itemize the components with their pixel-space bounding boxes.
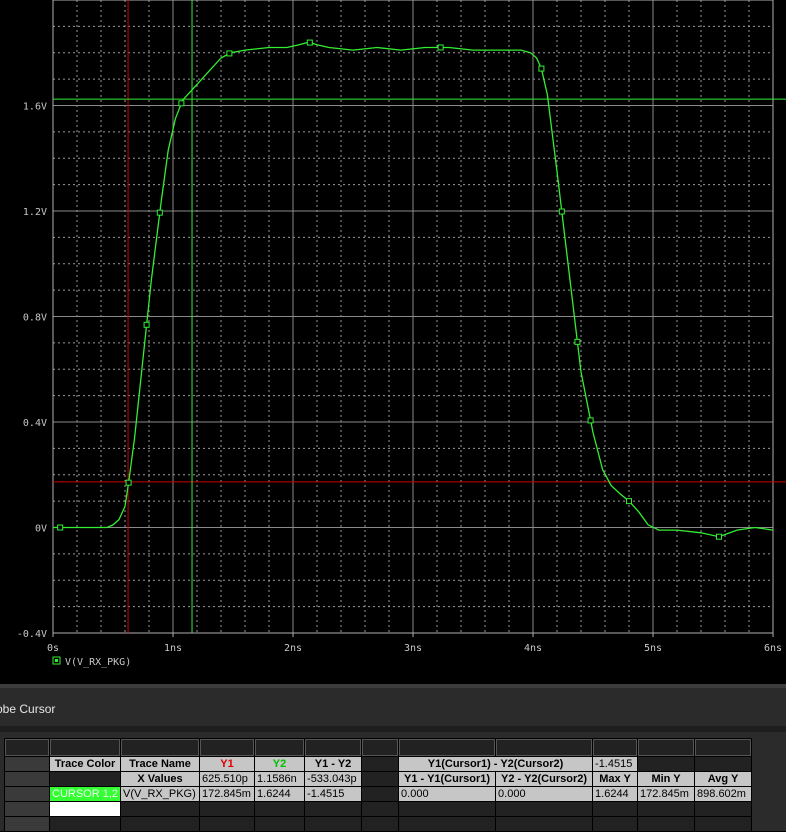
y-tick-label: -0.4V (17, 629, 47, 640)
x-tick-label: 4ns (524, 643, 542, 654)
series-marker (587, 417, 594, 424)
empty-color-cell[interactable] (50, 802, 121, 816)
series-marker (57, 524, 64, 531)
table-blank-row (5, 739, 752, 756)
panel-separator (0, 726, 786, 732)
header-y2-y2c2[interactable]: Y2 - Y2(Cursor2) (496, 772, 593, 786)
waveform-plot[interactable]: 0s 1ns 2ns 3ns 4ns 5ns 6ns 1.6V 1.2V 0.8V 0.4V 0V -0… (0, 0, 786, 684)
series-marker (156, 209, 163, 216)
header-trace-name[interactable]: Trace Name (121, 757, 200, 771)
max-y-value: 1.6244 (593, 787, 638, 801)
series-marker (538, 65, 545, 72)
y1-value: 172.845m (200, 787, 255, 801)
panel-title: obe Cursor (0, 702, 56, 716)
table-header-row: Trace Color Trace Name Y1 Y2 Y1 - Y2 Y1(… (5, 757, 752, 771)
avg-y-value: 898.602m (695, 787, 752, 801)
cursor-table: Trace Color Trace Name Y1 Y2 Y1 - Y2 Y1(… (4, 738, 753, 832)
table-data-row[interactable]: CURSOR 1,2 V(V_RX_PKG) 172.845m 1.6244 -… (5, 787, 752, 801)
header-y1[interactable]: Y1 (200, 757, 255, 771)
x-values-label: X Values (121, 772, 200, 786)
y-tick-label: 0V (35, 524, 47, 535)
row-handle[interactable] (5, 772, 49, 786)
plot-area[interactable]: 0s 1ns 2ns 3ns 4ns 5ns 6ns 1.6V 1.2V 0.8V 0.4V 0V -0… (0, 0, 786, 684)
x-tick-label: 3ns (404, 643, 422, 654)
trace-name-cell: V(V_RX_PKG) (121, 787, 200, 801)
min-y-value: 172.845m (638, 787, 695, 801)
table-empty-row (5, 802, 752, 816)
header-y2[interactable]: Y2 (255, 757, 305, 771)
series-marker (306, 39, 313, 46)
header-cursor-diff[interactable]: Y1(Cursor1) - Y2(Cursor2) (399, 757, 593, 771)
series-marker (558, 208, 565, 215)
y1-minus-y2-value: -1.4515 (305, 787, 362, 801)
row-handle[interactable] (5, 817, 49, 831)
series-marker (125, 479, 132, 486)
x-tick-label: 6ns (764, 643, 782, 654)
probe-cursor-panel: obe Cursor Trace Color Trace Name Y1 Y2 … (0, 684, 786, 832)
y1-y1c1-value: 0.000 (399, 787, 496, 801)
x-tick-label: 0s (47, 643, 59, 654)
y-tick-label: 1.6V (23, 102, 47, 113)
header-avg-y[interactable]: Avg Y (695, 772, 752, 786)
row-handle[interactable] (5, 757, 49, 771)
series-marker (626, 498, 632, 505)
legend-marker-dot (55, 659, 58, 662)
x-tick-label: 1ns (164, 643, 182, 654)
y2-value: 1.6244 (255, 787, 305, 801)
legend-label: V(V_RX_PKG) (65, 657, 131, 668)
header-min-y[interactable]: Min Y (638, 772, 695, 786)
header-y1-minus-y2[interactable]: Y1 - Y2 (305, 757, 362, 771)
cursor-diff-value: -1.4515 (593, 757, 638, 771)
series-marker (716, 533, 722, 540)
trace-color-swatch[interactable]: CURSOR 1,2 (50, 787, 121, 801)
x-value-y2: 1.1586n (255, 772, 305, 786)
header-max-y[interactable]: Max Y (593, 772, 638, 786)
x-tick-label: 5ns (644, 643, 662, 654)
header-trace-color[interactable]: Trace Color (50, 757, 121, 771)
table-empty-row (5, 817, 752, 831)
table-xvalues-row: X Values 625.510p 1.1586n -533.043p Y1 -… (5, 772, 752, 786)
x-tick-label: 2ns (284, 643, 302, 654)
series-marker (143, 321, 150, 328)
y2-y2c2-value: 0.000 (496, 787, 593, 801)
series-marker (574, 338, 581, 345)
row-handle[interactable] (5, 739, 49, 756)
y-tick-label: 0.4V (23, 418, 47, 429)
header-y1-y1c1[interactable]: Y1 - Y1(Cursor1) (399, 772, 496, 786)
row-handle[interactable] (5, 787, 49, 801)
y-tick-label: 1.2V (23, 207, 47, 218)
row-handle[interactable] (5, 802, 49, 816)
series-marker (226, 50, 233, 57)
series-marker (437, 44, 444, 51)
x-value-y1-minus-y2: -533.043p (305, 772, 362, 786)
x-value-y1: 625.510p (200, 772, 255, 786)
series-marker (178, 100, 185, 107)
y-tick-label: 0.8V (23, 313, 47, 324)
